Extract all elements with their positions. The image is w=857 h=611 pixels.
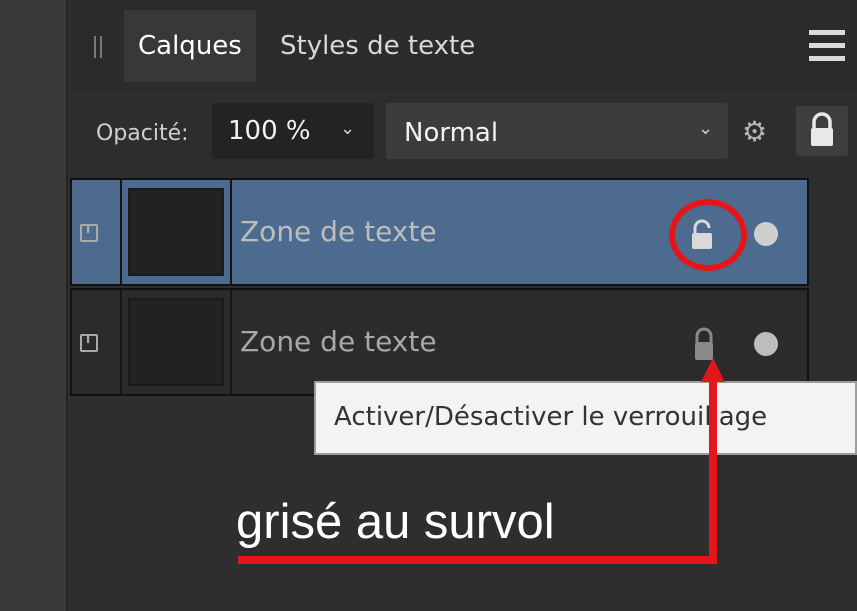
lock-button[interactable]	[796, 106, 848, 156]
text-layer-icon	[80, 332, 98, 352]
layer-thumbnail	[128, 188, 224, 276]
chevron-down-icon[interactable]: ⌄	[340, 118, 355, 139]
divider	[120, 180, 122, 284]
divider	[230, 180, 232, 284]
lock-icon	[811, 112, 833, 146]
grip-icon[interactable]	[92, 36, 104, 58]
divider	[120, 290, 122, 394]
visibility-dot-icon[interactable]	[754, 222, 778, 246]
blend-mode-value: Normal	[404, 118, 499, 148]
divider	[66, 0, 68, 611]
tab-styles-de-texte[interactable]: Styles de texte	[266, 10, 489, 82]
text-layer-icon	[80, 222, 98, 242]
tab-calques[interactable]: Calques	[124, 10, 256, 82]
divider	[230, 290, 232, 394]
layer-name[interactable]: Zone de texte	[240, 324, 437, 360]
left-toolbar-strip	[0, 0, 68, 611]
gear-icon[interactable]: ⚙	[742, 116, 767, 148]
highlight-circle	[669, 199, 747, 271]
hamburger-menu-icon[interactable]	[809, 30, 845, 62]
chevron-down-icon[interactable]: ⌄	[698, 118, 713, 139]
layer-name[interactable]: Zone de texte	[240, 214, 437, 250]
tooltip: Activer/Désactiver le verrouillage	[314, 381, 857, 455]
opacity-label: Opacité:	[96, 121, 189, 146]
annotation-underline	[238, 556, 717, 564]
annotation-label: grisé au survol	[236, 495, 555, 549]
visibility-dot-icon[interactable]	[754, 332, 778, 356]
annotation-arrow-head	[701, 358, 725, 382]
layer-row[interactable]: Zone de texte	[70, 288, 809, 396]
annotation-arrow	[709, 382, 717, 564]
tooltip-text: Activer/Désactiver le verrouillage	[334, 402, 768, 432]
layer-thumbnail	[128, 298, 224, 386]
opacity-value: 100 %	[228, 116, 311, 146]
